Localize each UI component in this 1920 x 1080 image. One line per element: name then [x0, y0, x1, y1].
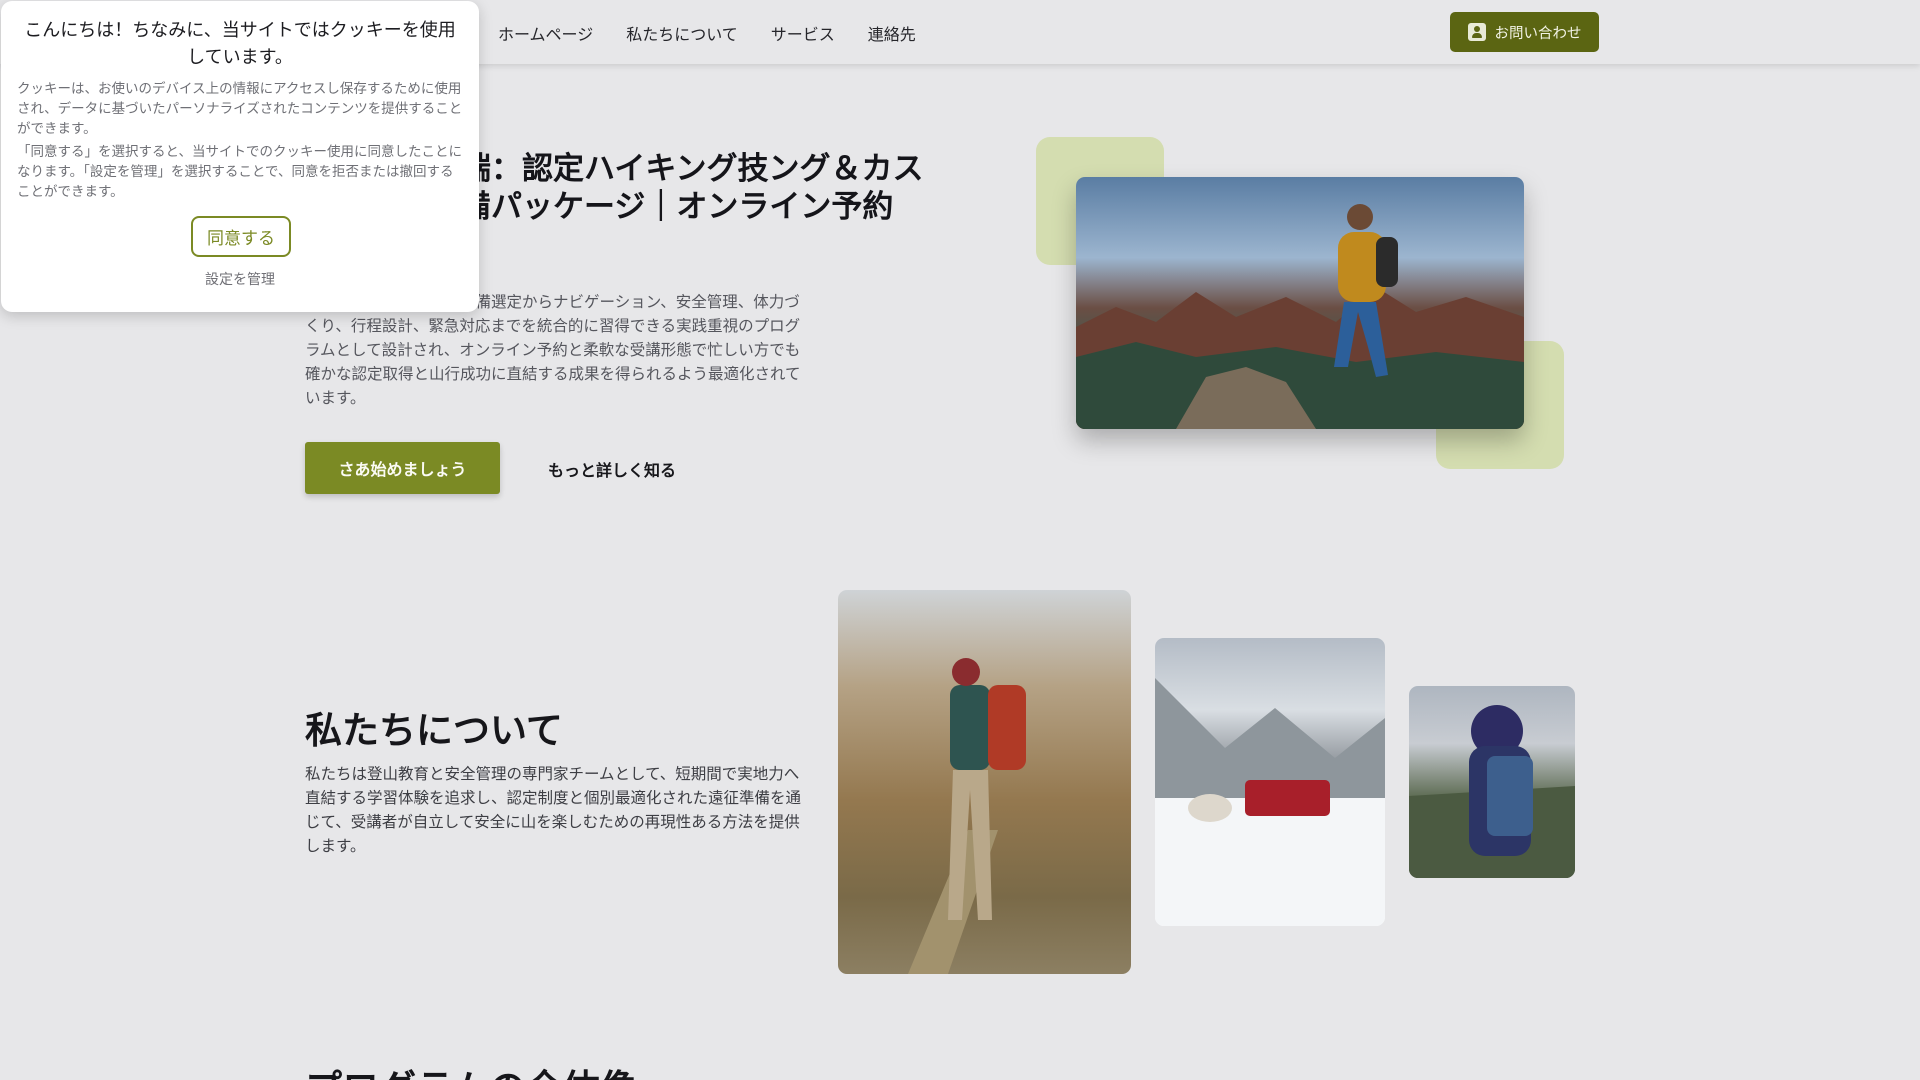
contact-card-icon	[1467, 23, 1486, 41]
photo-hooded-hiker	[1409, 686, 1575, 878]
program-overview-title: プログラムの全体像	[305, 1058, 637, 1080]
snow-carriage-illustration	[1155, 678, 1385, 926]
nav-link-contact[interactable]: 連絡先	[868, 21, 916, 45]
cookie-paragraph-2: 「同意する」を選択すると、当サイトでのクッキー使用に同意したことになります。「設…	[17, 144, 462, 200]
photo-snow-carriage	[1155, 638, 1385, 926]
contact-button[interactable]: お問い合わせ	[1450, 12, 1599, 52]
about-title: 私たちについて	[305, 709, 563, 752]
hooded-hiker-illustration	[1409, 705, 1575, 878]
about-description: 私たちは登山教育と安全管理の専門家チームとして、短期間で実地力へ直結する学習体験…	[305, 765, 802, 855]
hero-hiker-image	[1076, 177, 1524, 429]
nav-link-home[interactable]: ホームページ	[498, 21, 593, 45]
main-nav: ホームページ 私たちについて サービス 連絡先	[498, 21, 916, 45]
cookie-manage-settings-link[interactable]: 設定を管理	[1, 269, 479, 289]
get-started-button[interactable]: さあ始めましょう	[305, 442, 500, 494]
nav-link-services[interactable]: サービス	[771, 21, 835, 45]
contact-button-label: お問い合わせ	[1494, 25, 1582, 42]
cookie-title: こんにちは！ちなみに、当サイトではクッキーを使用しています。	[24, 20, 456, 68]
nav-link-about[interactable]: 私たちについて	[626, 21, 738, 45]
trail-hiker-illustration	[908, 658, 1026, 974]
cookie-paragraph-1: クッキーは、お使いのデバイス上の情報にアクセスし保存するために使用され、データに…	[17, 81, 463, 137]
hero-hiker-illustration	[1076, 204, 1524, 429]
learn-more-link[interactable]: もっと詳しく知る	[548, 457, 676, 481]
photo-hiker-trail	[838, 590, 1131, 974]
cookie-consent-dialog: こんにちは！ちなみに、当サイトではクッキーを使用しています。 クッキーは、お使い…	[1, 1, 479, 312]
cookie-agree-button[interactable]: 同意する	[191, 216, 291, 257]
